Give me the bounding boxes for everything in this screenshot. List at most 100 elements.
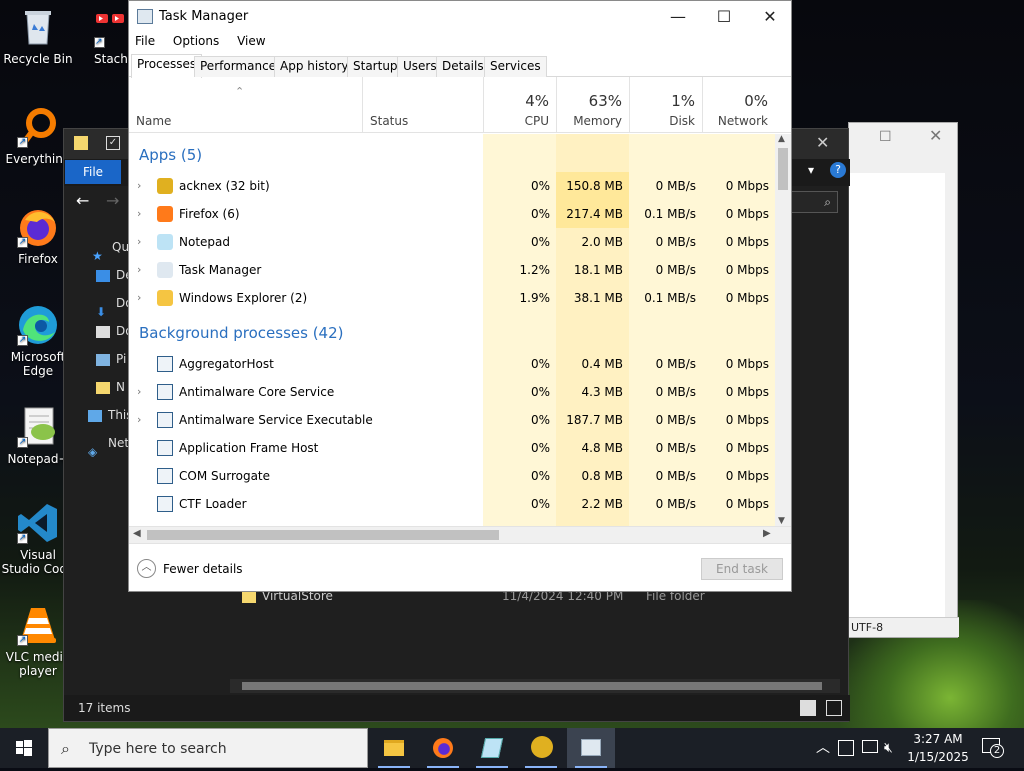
maximize-button[interactable]: ☐ [879,129,892,145]
expand-chevron-icon[interactable]: › [137,200,141,228]
scrollbar-thumb[interactable] [778,148,788,190]
task-manager-window[interactable]: Task Manager — ☐ ✕ File Options View Pro… [128,0,792,592]
column-memory[interactable]: 63% Memory [556,77,629,133]
process-row[interactable]: CTF Loader 0% 2.2 MB 0 MB/s 0 Mbps [129,490,775,518]
end-task-button[interactable]: End task [701,558,783,580]
vertical-scrollbar[interactable]: ▲ ▼ [775,134,791,526]
column-cpu[interactable]: 4% CPU [483,77,556,133]
process-row[interactable]: › Notepad 0% 2.0 MB 0 MB/s 0 Mbps [129,228,775,256]
process-row[interactable]: › Antimalware Core Service 0% 4.3 MB 0 MB/s 0… [129,378,775,406]
process-name: Task Manager [179,263,262,277]
defender-icon[interactable] [838,740,854,756]
search-icon[interactable]: ⌕ [788,191,838,213]
process-row[interactable]: › acknex (32 bit) 0% 150.8 MB 0 MB/s 0 Mbps [129,172,775,200]
process-row[interactable]: › Antimalware Service Executable 0% 187.7 M… [129,406,775,434]
search-placeholder: Type here to search [89,741,227,757]
horizontal-scrollbar[interactable]: ◀ ▶ [129,526,791,543]
back-arrow-icon[interactable]: ← [76,191,89,210]
notepad-window[interactable]: ☐ ✕ UTF-8 [848,122,959,638]
properties-icon[interactable]: ✓ [106,136,120,150]
expand-chevron-icon[interactable]: › [137,284,141,312]
process-icon [157,262,173,278]
close-button[interactable]: ✕ [929,126,942,145]
tab-app-history[interactable]: App history [274,56,355,77]
column-network[interactable]: 0% Network [702,77,775,133]
scrollbar-thumb[interactable] [242,682,822,690]
scrollbar-thumb[interactable] [147,530,499,540]
large-icons-view-icon[interactable] [826,700,842,716]
minimize-button[interactable]: — [655,1,701,33]
taskbar-file-explorer[interactable] [370,728,418,768]
menu-options[interactable]: Options [173,34,219,48]
tab-processes[interactable]: Processes [131,54,203,78]
tab-details[interactable]: Details [436,56,490,77]
notification-center-button[interactable]: 2 [982,738,1004,758]
volume-muted-icon[interactable]: 🔇︎ [884,728,893,768]
title-bar[interactable]: Task Manager — ☐ ✕ [129,1,791,33]
process-row[interactable]: AggregatorHost 0% 0.4 MB 0 MB/s 0 Mbps [129,350,775,378]
process-row[interactable]: Application Frame Host 0% 4.8 MB 0 MB/s 0 Mb… [129,434,775,462]
network-icon[interactable] [862,740,878,753]
desktop-icon-recycle-bin[interactable]: Recycle Bin [0,6,76,66]
scroll-down-icon[interactable]: ▼ [778,516,785,526]
recycle-bin-icon [17,6,59,48]
chevron-down-icon[interactable]: ▾ [808,163,814,177]
expand-chevron-icon[interactable]: › [137,256,141,284]
scroll-up-icon[interactable]: ▲ [778,134,785,144]
scroll-right-icon[interactable]: ▶ [763,528,771,539]
process-name: AggregatorHost [179,357,274,371]
taskbar-acknex[interactable] [517,728,565,768]
scroll-left-icon[interactable]: ◀ [133,528,141,539]
column-disk[interactable]: 1% Disk [629,77,702,133]
file-tab[interactable]: File [65,160,121,184]
forward-arrow-icon[interactable]: → [106,191,119,210]
search-box[interactable]: ⌕ Type here to search [48,728,368,768]
process-icon [157,234,173,250]
expand-chevron-icon[interactable]: › [137,172,141,200]
close-button[interactable]: ✕ [816,133,829,152]
process-row[interactable]: › Windows Explorer (2) 1.9% 38.1 MB 0.1 MB/s… [129,284,775,312]
process-row[interactable]: › Firefox (6) 0% 217.4 MB 0.1 MB/s 0 Mbps [129,200,775,228]
horizontal-scrollbar[interactable] [230,679,840,693]
notepad-editor[interactable] [849,173,945,619]
process-memory: 4.8 MB [581,441,623,455]
taskbar-firefox[interactable] [419,728,467,768]
process-disk: 0 MB/s [655,385,696,399]
background-group-header[interactable]: Background processes (42) [139,324,344,342]
search-icon: ⌕ [61,739,70,758]
process-row[interactable]: COM Surrogate 0% 0.8 MB 0 MB/s 0 Mbps [129,462,775,490]
process-name: Firefox (6) [179,207,240,221]
close-button[interactable]: ✕ [747,1,793,33]
tab-services[interactable]: Services [484,56,547,77]
process-name: Antimalware Core Service [179,385,335,399]
process-name: Application Frame Host [179,441,319,455]
menu-view[interactable]: View [237,34,265,48]
help-icon[interactable]: ? [830,162,846,178]
details-view-icon[interactable] [800,700,816,716]
fewer-details-button[interactable]: ︿ Fewer details [137,559,243,579]
process-memory: 0.8 MB [581,469,623,483]
apps-group-header[interactable]: Apps (5) [139,146,202,164]
process-network: 0 Mbps [725,263,769,277]
process-cpu: 0% [530,385,550,399]
process-memory: 0.4 MB [581,357,623,371]
start-button[interactable] [0,728,48,768]
column-name[interactable]: Name [136,114,171,128]
process-row[interactable]: › Task Manager 1.2% 18.1 MB 0 MB/s 0 Mbps [129,256,775,284]
expand-chevron-icon[interactable]: › [137,228,141,256]
clock-date: 1/15/2025 [907,750,969,764]
taskbar-notepad[interactable] [468,728,516,768]
tab-performance[interactable]: Performance [194,56,283,77]
expand-chevron-icon[interactable]: › [137,378,141,406]
expand-chevron-icon[interactable]: › [137,406,141,434]
process-disk: 0 MB/s [655,263,696,277]
taskbar: ⌕ Type here to search ︿ 🔇︎ 3:27 AM 1/15/… [0,728,1024,768]
menu-file[interactable]: File [135,34,155,48]
process-network: 0 Mbps [725,469,769,483]
chevron-up-icon[interactable]: ︿ [816,728,830,768]
taskbar-task-manager[interactable] [567,728,615,768]
clock[interactable]: 3:27 AM 1/15/2025 [904,730,972,766]
column-status[interactable]: Status [362,77,483,133]
tab-startup[interactable]: Startup [347,56,404,77]
maximize-button[interactable]: ☐ [701,1,747,33]
